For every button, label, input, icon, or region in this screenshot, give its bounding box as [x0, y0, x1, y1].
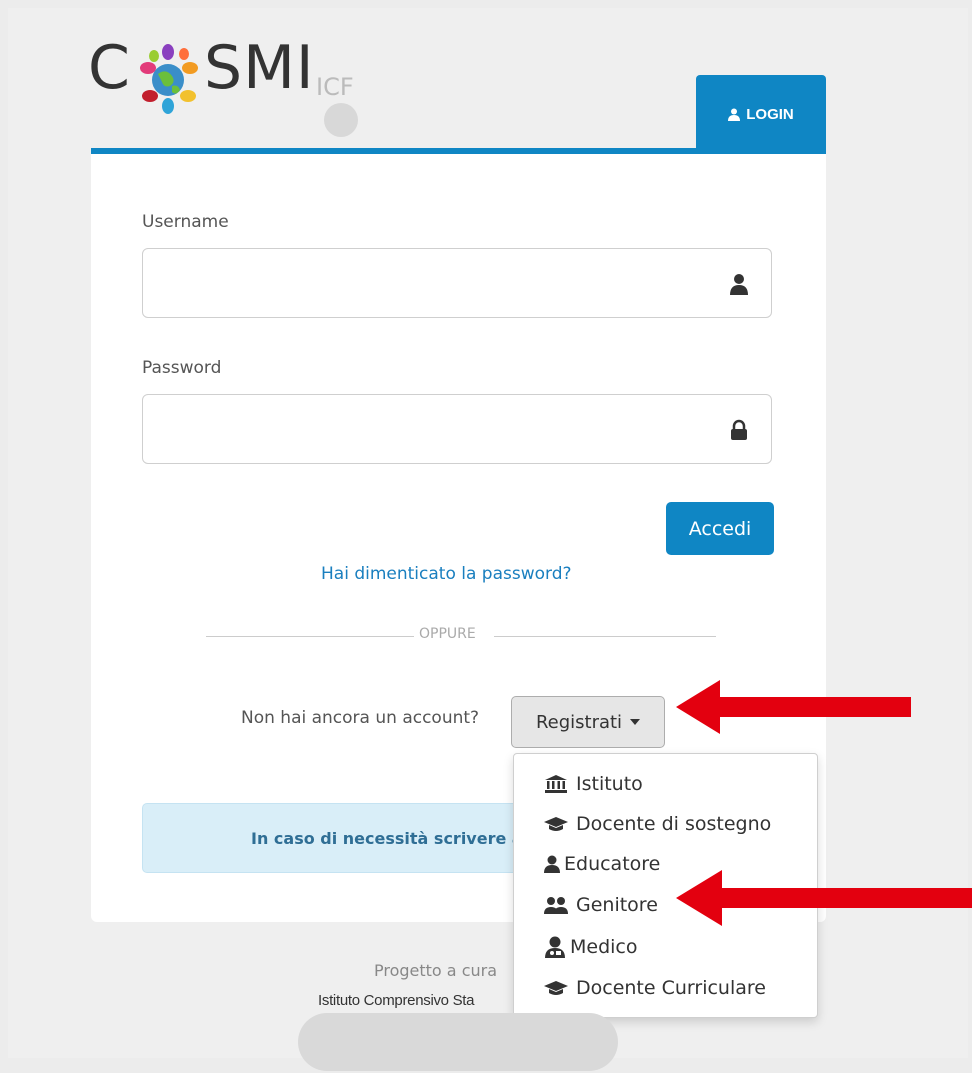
dropdown-item-medico[interactable]: Medico	[544, 932, 638, 962]
logo-suffix-icf: ICF	[316, 73, 354, 101]
logo-text-smi: SMI	[204, 33, 315, 103]
annotation-arrow-register	[676, 680, 911, 734]
dropdown-item-label: Educatore	[564, 853, 661, 875]
graduation-cap-icon	[544, 981, 568, 995]
dropdown-item-label: Istituto	[576, 773, 643, 795]
page: C SMI ICF LOGIN Username Password Accedi…	[8, 8, 972, 1071]
login-submit-button[interactable]: Accedi	[666, 502, 774, 555]
logo-letter-c: C	[88, 33, 131, 103]
user-icon	[730, 274, 748, 295]
dropdown-item-educatore[interactable]: Educatore	[544, 849, 660, 879]
username-field[interactable]	[142, 248, 772, 318]
register-dropdown-button[interactable]: Registrati	[511, 696, 665, 748]
globe-hands-icon	[140, 44, 198, 114]
annotation-arrow-genitore	[676, 870, 972, 926]
dropdown-item-label: Docente Curriculare	[576, 977, 766, 999]
password-field[interactable]	[142, 394, 772, 464]
no-account-text: Non hai ancora un account?	[241, 708, 480, 728]
tab-login[interactable]: LOGIN	[696, 75, 826, 153]
dropdown-item-docente-curriculare[interactable]: Docente Curriculare	[544, 973, 766, 1003]
lock-icon	[731, 419, 747, 440]
user-icon	[544, 855, 560, 873]
dropdown-item-label: Medico	[570, 936, 638, 958]
users-icon	[544, 897, 568, 914]
dropdown-item-istituto[interactable]: Istituto	[544, 769, 643, 799]
dropdown-item-genitore[interactable]: Genitore	[544, 890, 658, 920]
separator-text: OPPURE	[419, 626, 476, 642]
user-md-icon	[545, 936, 565, 958]
dropdown-item-label: Genitore	[576, 894, 658, 916]
footer-institute: Istituto Comprensivo Sta	[318, 992, 475, 1009]
register-button-label: Registrati	[535, 711, 623, 733]
password-label: Password	[142, 358, 222, 378]
tab-login-label: LOGIN	[746, 105, 794, 123]
dropdown-item-label: Docente di sostegno	[576, 813, 772, 835]
caret-down-icon	[630, 719, 641, 725]
institution-icon	[545, 775, 567, 793]
info-alert-text: In caso di necessità scrivere a	[251, 828, 523, 848]
divider-right	[494, 636, 716, 637]
divider-left	[206, 636, 414, 637]
dropdown-item-docente-sostegno[interactable]: Docente di sostegno	[544, 809, 771, 839]
footer-credit: Progetto a cura	[374, 961, 498, 980]
forgot-password-link[interactable]: Hai dimenticato la password?	[321, 564, 572, 584]
user-icon	[728, 108, 741, 121]
username-label: Username	[142, 212, 229, 232]
redacted-blob	[298, 1013, 618, 1071]
graduation-cap-icon	[544, 817, 568, 831]
logo-decoration	[324, 103, 358, 137]
